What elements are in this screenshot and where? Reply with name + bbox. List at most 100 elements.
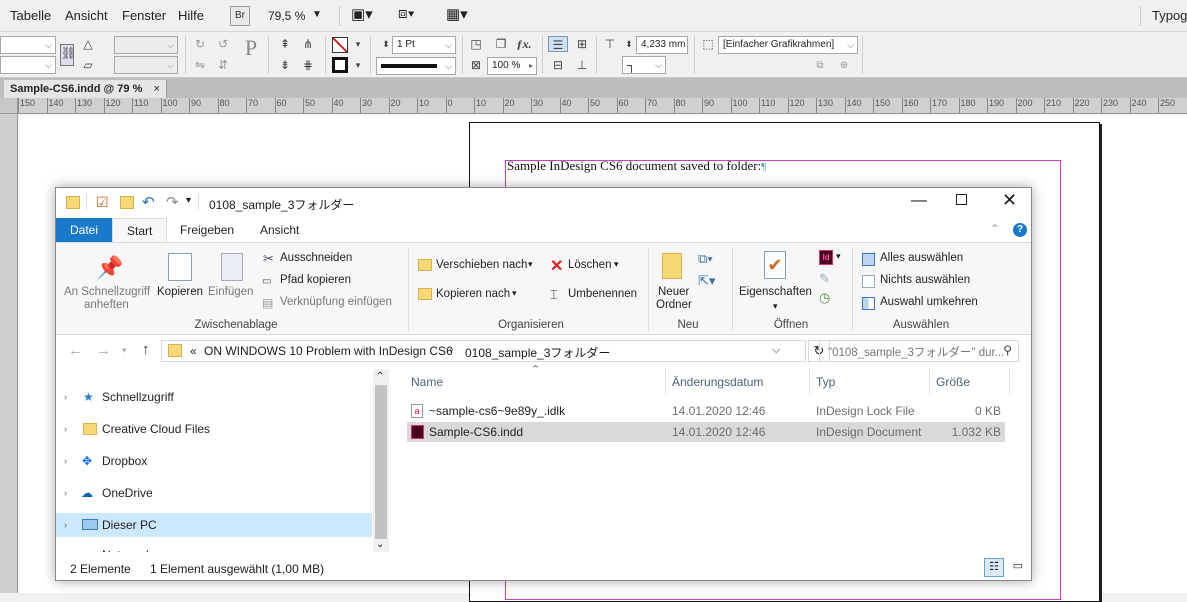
text-frame-content[interactable]: Sample InDesign CS6 document saved to fo… bbox=[507, 158, 766, 174]
zoom-level[interactable]: 79,5 % bbox=[268, 9, 305, 23]
up-icon[interactable]: ↑ bbox=[142, 341, 150, 358]
tab-start[interactable]: Start bbox=[112, 218, 167, 242]
address-segment-1[interactable]: ON WINDOWS 10 Problem with InDesign CS6 bbox=[204, 344, 453, 358]
stroke-swatch[interactable] bbox=[332, 57, 348, 73]
ruler-origin[interactable] bbox=[0, 98, 18, 114]
select-none-button[interactable]: Nichts auswählen bbox=[880, 274, 970, 286]
opacity-field[interactable]: 100 %▸ bbox=[487, 57, 537, 75]
nav-item-creative-cloud[interactable]: › Creative Cloud Files bbox=[56, 417, 372, 441]
chevron-down-icon[interactable]: ⌵ bbox=[772, 344, 780, 357]
select-content-icon[interactable]: ⋔ bbox=[300, 36, 316, 52]
clear-attributes-icon[interactable]: ⊕ bbox=[836, 58, 852, 74]
address-bar[interactable]: « ON WINDOWS 10 Problem with InDesign CS… bbox=[161, 340, 806, 362]
document-tab[interactable]: Sample-CS6.indd @ 79 % × bbox=[4, 80, 167, 98]
ribbon-collapse-icon[interactable]: ⌃ bbox=[990, 222, 1000, 236]
undo-icon[interactable]: ↶ bbox=[142, 193, 155, 211]
new-folder-quick-icon[interactable] bbox=[120, 196, 134, 209]
copy-path-button[interactable]: Pfad kopieren bbox=[280, 274, 351, 286]
nav-item-onedrive[interactable]: › ☁ OneDrive bbox=[56, 481, 372, 505]
recent-locations-icon[interactable]: ▾ bbox=[122, 345, 127, 356]
horizontal-ruler[interactable]: 1501401301201101009080706050403020100102… bbox=[18, 98, 1187, 114]
menu-hilfe[interactable]: Hilfe bbox=[178, 8, 204, 23]
rotate-ccw-icon[interactable]: ↺ bbox=[215, 36, 231, 52]
column-header-name[interactable]: Name bbox=[411, 375, 443, 389]
address-overflow[interactable]: « bbox=[190, 344, 197, 358]
column-header-size[interactable]: Größe bbox=[936, 375, 970, 389]
shear-field[interactable]: ⌵ bbox=[114, 56, 178, 74]
arrange-documents-icon[interactable]: ▦▾ bbox=[446, 5, 468, 23]
rename-button[interactable]: Umbenennen bbox=[568, 288, 637, 300]
select-all-button[interactable]: Alles auswählen bbox=[880, 252, 963, 264]
pin-label-2[interactable]: anheften bbox=[84, 299, 129, 311]
x-position-field[interactable]: ⌵ bbox=[0, 36, 56, 54]
line-style-dropdown[interactable]: ┐⌵ bbox=[622, 56, 666, 74]
pin-label-1[interactable]: An Schnellzugriff bbox=[64, 286, 150, 298]
customize-toolbar-icon[interactable]: ▾ bbox=[186, 195, 191, 206]
text-wrap-jump-icon[interactable]: ⊥ bbox=[574, 57, 590, 73]
text-wrap-bbox-icon[interactable]: ⊞ bbox=[574, 36, 590, 52]
stroke-weight-field[interactable]: 1 Pt⌵ bbox=[392, 36, 456, 54]
select-container-icon[interactable]: ⇞ bbox=[277, 36, 293, 52]
corner-options-icon[interactable]: ◳ bbox=[468, 36, 484, 52]
move-to-dropdown-icon[interactable]: ▾ bbox=[528, 259, 533, 270]
nav-item-this-pc[interactable]: › Dieser PC bbox=[56, 513, 372, 537]
nav-scrollbar[interactable]: ⌃ ⌄ bbox=[373, 369, 389, 552]
expand-icon[interactable]: › bbox=[64, 449, 67, 473]
nav-item-quick-access[interactable]: › ★ Schnellzugriff bbox=[56, 385, 372, 409]
expand-icon[interactable]: › bbox=[64, 513, 67, 537]
constrain-proportions-icon[interactable]: ⛓ bbox=[60, 44, 74, 66]
effects-fx-icon[interactable]: ƒx. bbox=[516, 36, 532, 52]
redo-icon[interactable]: ↷ bbox=[166, 193, 179, 211]
expand-icon[interactable]: › bbox=[64, 481, 67, 505]
workspace-switcher[interactable]: Typog bbox=[1152, 8, 1187, 23]
select-next-icon[interactable]: ⋕ bbox=[300, 57, 316, 73]
expand-icon[interactable]: › bbox=[64, 417, 67, 441]
close-button[interactable]: ✕ bbox=[1002, 190, 1017, 211]
easy-access-icon[interactable]: ⇱▾ bbox=[698, 273, 715, 289]
help-icon[interactable]: ? bbox=[1013, 223, 1027, 237]
view-options-icon[interactable]: ▣▾ bbox=[351, 5, 373, 23]
tab-datei[interactable]: Datei bbox=[56, 218, 112, 242]
drop-shadow-icon[interactable]: ❐ bbox=[493, 36, 509, 52]
table-row[interactable]: a ~sample-cs6~9e89y_.idlk 14.01.2020 12:… bbox=[407, 401, 1005, 421]
new-folder-label-1[interactable]: Neuer bbox=[658, 286, 689, 298]
stroke-dropdown-icon[interactable]: ▾ bbox=[350, 57, 366, 73]
column-header-date[interactable]: Änderungsdatum bbox=[672, 375, 763, 389]
search-box[interactable]: "0108_sample_3フォルダー" dur... ⚲ bbox=[819, 340, 1019, 362]
scroll-thumb[interactable] bbox=[375, 385, 387, 539]
dimension-field[interactable]: 4,233 mm bbox=[636, 36, 688, 54]
fill-swatch[interactable] bbox=[332, 37, 348, 53]
tab-freigeben[interactable]: Freigeben bbox=[166, 218, 248, 242]
delete-dropdown-icon[interactable]: ▾ bbox=[614, 259, 619, 270]
vertical-ruler[interactable] bbox=[0, 114, 18, 593]
close-tab-icon[interactable]: × bbox=[153, 83, 159, 95]
clear-overrides-icon[interactable]: ⧉ bbox=[812, 58, 828, 74]
back-icon[interactable]: ← bbox=[68, 342, 83, 359]
explorer-titlebar[interactable]: ☑ ↶ ↷ ▾ 0108_sample_3フォルダー — ✕ bbox=[56, 188, 1031, 218]
delete-button[interactable]: Löschen bbox=[568, 259, 611, 271]
menu-tabelle[interactable]: Tabelle bbox=[10, 8, 51, 23]
large-icons-view-icon[interactable]: ▭ bbox=[1008, 558, 1028, 577]
rotation-field[interactable]: ⌵ bbox=[114, 36, 178, 54]
cut-button[interactable]: Ausschneiden bbox=[280, 252, 352, 264]
object-style-dropdown[interactable]: [Einfacher Grafikrahmen]⌵ bbox=[718, 36, 858, 54]
copy-to-dropdown-icon[interactable]: ▾ bbox=[512, 288, 517, 299]
forward-icon[interactable]: → bbox=[96, 342, 111, 359]
dimension-stepper-icon[interactable]: ⬍ bbox=[621, 36, 637, 52]
maximize-button[interactable] bbox=[956, 194, 967, 205]
copy-button[interactable]: Kopieren bbox=[157, 286, 203, 298]
properties-button[interactable]: Eigenschaften bbox=[739, 286, 812, 298]
new-folder-label-2[interactable]: Ordner bbox=[656, 299, 692, 311]
column-header-type[interactable]: Typ bbox=[816, 375, 835, 389]
screen-mode-icon[interactable]: ⧈▾ bbox=[398, 5, 415, 22]
expand-icon[interactable]: › bbox=[64, 385, 67, 409]
history-icon[interactable]: ◷ bbox=[819, 290, 830, 306]
reference-point-icon[interactable]: P bbox=[240, 40, 262, 66]
flip-horizontal-icon[interactable]: ⇋ bbox=[192, 57, 208, 73]
scroll-down-icon[interactable]: ⌄ bbox=[376, 539, 384, 550]
rotate-cw-icon[interactable]: ↻ bbox=[192, 36, 208, 52]
nav-item-dropbox[interactable]: › ✥ Dropbox bbox=[56, 449, 372, 473]
tab-ansicht[interactable]: Ansicht bbox=[246, 218, 313, 242]
indesign-app-icon[interactable]: Id bbox=[819, 250, 833, 265]
new-item-icon[interactable]: ⧉▾ bbox=[698, 251, 713, 267]
